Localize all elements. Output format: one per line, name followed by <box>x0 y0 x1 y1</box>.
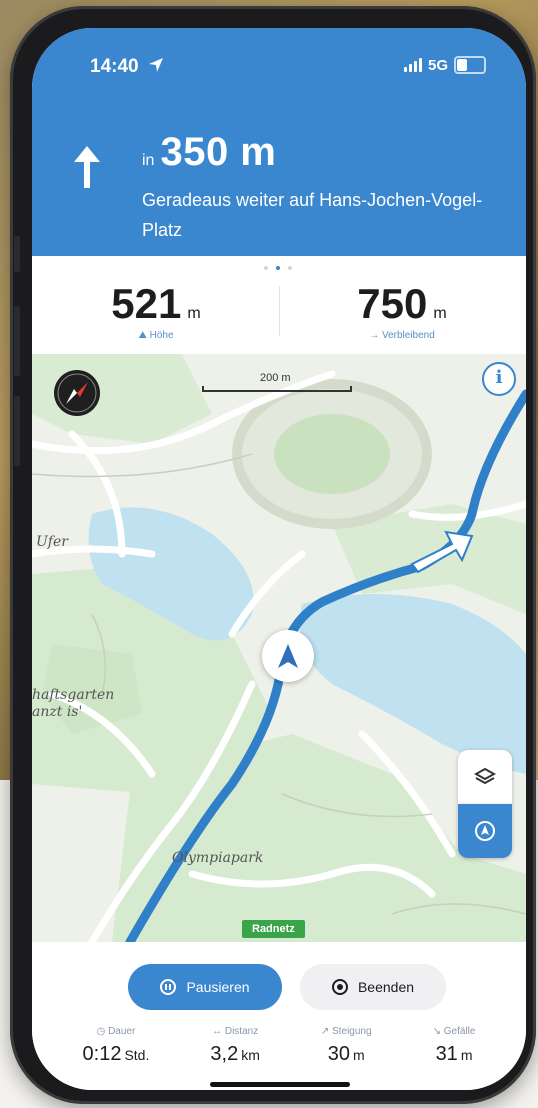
ascent-value: 30 <box>327 1043 351 1065</box>
app-screen: 14:40 5G in 350 m Geradeaus weiter auf H… <box>32 28 526 1090</box>
info-icon[interactable]: i <box>482 362 516 396</box>
phone-frame: 14:40 5G in 350 m Geradeaus weiter auf H… <box>10 6 536 1104</box>
layers-button[interactable] <box>458 750 512 804</box>
descent-icon: ↘ Gefälle <box>432 1026 476 1037</box>
page-indicator <box>264 266 292 270</box>
pause-icon <box>160 979 177 995</box>
map-label-olympiapark: Olympiapark <box>172 850 263 866</box>
remaining-value: 750 <box>357 280 428 327</box>
stop-icon <box>331 979 348 995</box>
layers-icon <box>474 767 496 785</box>
remaining-unit: m <box>433 305 447 322</box>
duration-unit: Std. <box>124 1047 150 1063</box>
trip-stat-descent: ↘ Gefälle 31 m <box>433 1026 476 1066</box>
map-label-ufer: Ufer <box>36 534 69 550</box>
remaining-label: → Verbleibend <box>369 330 435 341</box>
distance-unit: km <box>241 1047 260 1063</box>
trip-stat-duration: ◷ Dauer 0:12 Std. <box>83 1026 150 1066</box>
map-label-garden-2: anzt is' <box>32 704 82 720</box>
pause-button[interactable]: Pausieren <box>128 964 282 1010</box>
signal-icon <box>403 58 422 72</box>
duration-value: 0:12 <box>82 1043 122 1065</box>
status-indicators: 5G <box>403 56 486 74</box>
trip-stat-distance: ↔ Distanz 3,2 km <box>210 1026 259 1066</box>
network-type: 5G <box>427 56 448 74</box>
distance-prefix: in <box>142 152 155 169</box>
side-button <box>14 236 20 272</box>
scale-bar <box>202 386 352 392</box>
ascent-icon: ↗ Steigung <box>320 1026 372 1037</box>
status-time: 14:40 <box>90 56 139 77</box>
location-arrow-icon <box>148 57 164 79</box>
stats-panel[interactable]: 521 m ⛰ Höhe 750 m → Verbleibend <box>32 256 526 354</box>
ascent-unit: m <box>353 1047 365 1063</box>
battery-icon <box>454 56 486 74</box>
descent-unit: m <box>460 1047 473 1063</box>
bottom-panel: Pausieren Beenden ◷ Dauer 0:12 Std. ↔ Dis… <box>32 942 526 1090</box>
trip-stat-ascent: ↗ Steigung 30 m <box>321 1026 372 1066</box>
navigation-arrow-icon <box>278 644 298 668</box>
altitude-unit: m <box>187 305 201 322</box>
home-indicator[interactable] <box>210 1082 350 1087</box>
scale-label: 200 m <box>260 372 291 384</box>
recenter-button[interactable] <box>458 804 512 858</box>
side-button <box>14 306 20 376</box>
divider <box>279 286 280 336</box>
pause-label: Pausieren <box>186 979 250 995</box>
radnetz-badge: Radnetz <box>242 920 305 938</box>
clock-icon: ◷ Dauer <box>96 1026 136 1037</box>
distance-value: 3,2 <box>210 1043 239 1065</box>
stop-label: Beenden <box>357 979 415 995</box>
trip-stats: ◷ Dauer 0:12 Std. ↔ Distanz 3,2 km ↗ Steig… <box>32 1026 526 1066</box>
street-instruction: Geradeaus weiter auf Hans-Jochen-Vogel-P… <box>142 190 483 240</box>
status-bar: 14:40 5G <box>90 56 486 78</box>
descent-value: 31 <box>435 1043 458 1065</box>
instruction-distance: in 350 m <box>142 130 276 175</box>
current-position-marker <box>262 630 314 682</box>
distance-icon: ↔ Distanz <box>212 1026 259 1037</box>
compass-icon[interactable] <box>54 370 100 416</box>
altitude-value: 521 <box>111 280 182 327</box>
altitude-label: ⛰ Höhe <box>138 330 174 341</box>
stop-button[interactable]: Beenden <box>300 964 446 1010</box>
navigation-header: 14:40 5G in 350 m Geradeaus weiter auf H… <box>32 28 526 256</box>
map-view[interactable]: Ufer haftsgarten anzt is' Olympiapark 20… <box>32 354 526 942</box>
altitude-stat: 521 m ⛰ Höhe <box>56 280 256 341</box>
side-button <box>14 396 20 466</box>
location-icon <box>475 821 495 841</box>
arrow-straight-icon <box>72 144 102 195</box>
distance-value: 350 m <box>160 130 277 174</box>
map-label-garden: haftsgarten <box>32 687 114 703</box>
remaining-stat: 750 m → Verbleibend <box>302 280 502 341</box>
